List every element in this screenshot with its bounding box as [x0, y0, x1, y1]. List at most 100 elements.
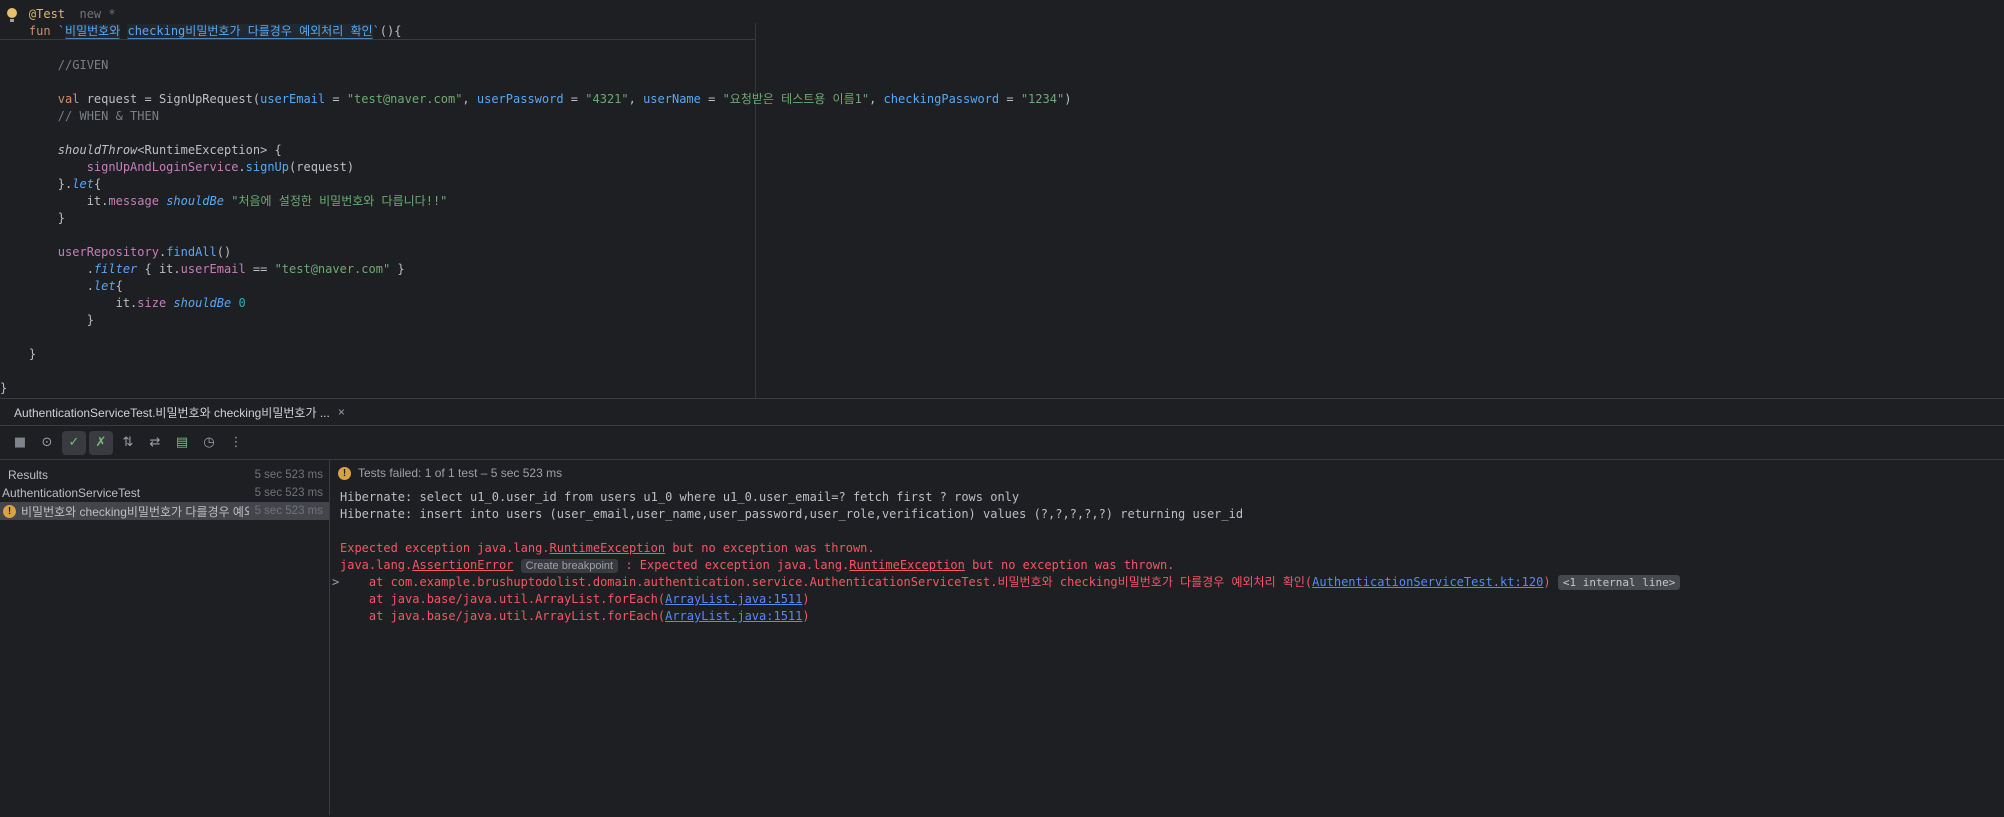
code-line[interactable]: userRepository.findAll(): [0, 244, 2004, 261]
code-line[interactable]: .let{: [0, 278, 2004, 295]
intention-bulb-icon[interactable]: [7, 8, 17, 22]
code-line[interactable]: signUpAndLoginService.signUp(request): [0, 159, 2004, 176]
code-line[interactable]: .filter { it.userEmail == "test@naver.co…: [0, 261, 2004, 278]
code-token: 0: [238, 296, 246, 310]
code-token: at com.example.brushuptodolist.domain.au…: [340, 575, 1313, 589]
code-token: userEmail: [180, 262, 246, 276]
run-tab[interactable]: AuthenticationServiceTest.비밀번호와 checking…: [10, 399, 349, 425]
show-passed-icon[interactable]: ✓: [62, 430, 86, 455]
run-toolbar: ■ ⊙ ✓ ✗ ⇅ ⇄ ▤ ◷ ⋮: [0, 426, 2004, 460]
code-line[interactable]: it.size shouldBe 0: [0, 295, 2004, 312]
sort-alphabetically-icon[interactable]: ⇅: [116, 431, 140, 455]
test-console[interactable]: ! Tests failed: 1 of 1 test – 5 sec 523 …: [330, 460, 2004, 815]
test-tree-row[interactable]: AuthenticationServiceTest 5 sec 523 ms: [0, 484, 329, 502]
code-line[interactable]: }: [0, 346, 2004, 363]
code-token: "요청받은 테스트용 이름1": [722, 92, 870, 106]
code-token: "처음에 설정한 비밀번호와 다릅니다!!": [231, 194, 448, 208]
console-line: at java.base/java.util.ArrayList.forEach…: [340, 608, 2004, 625]
test-duration: 5 sec 523 ms: [254, 487, 323, 499]
console-lines: Hibernate: select u1_0.user_id from user…: [330, 486, 2004, 625]
code-line[interactable]: fun `비밀번호와 checking비밀번호가 다를경우 예외처리 확인`()…: [0, 23, 2004, 40]
test-tree-row[interactable]: ! 비밀번호와 checking비밀번호가 다를경우 예외처리 확인 5 sec 5…: [0, 502, 329, 520]
code-token: findAll: [166, 245, 217, 259]
tests-failed-summary: Tests failed: 1 of 1 test – 5 sec 523 ms: [358, 466, 563, 480]
code-token: new *: [79, 7, 116, 21]
file-line-link[interactable]: ArrayList.java:1511: [665, 592, 802, 606]
rerun-failed-tests-icon[interactable]: ⇄: [143, 431, 167, 455]
create-breakpoint-chip[interactable]: Create breakpoint: [520, 559, 619, 573]
console-line: Hibernate: select u1_0.user_id from user…: [340, 489, 2004, 506]
code-line[interactable]: [0, 329, 2004, 346]
code-token: ): [1543, 575, 1551, 589]
code-token: userEmail: [260, 92, 326, 106]
code-token: @Test: [28, 7, 66, 21]
code-token: }: [390, 262, 405, 276]
test-tree-label: AuthenticationServiceTest: [2, 486, 141, 500]
more-options-icon[interactable]: ⋮: [224, 431, 248, 455]
test-tree-row[interactable]: Results 5 sec 523 ms: [0, 466, 329, 484]
code-line[interactable]: }: [0, 210, 2004, 227]
code-token: .: [0, 262, 94, 276]
code-token: but no exception was thrown.: [964, 558, 1175, 572]
code-line[interactable]: }: [0, 380, 2004, 397]
internal-lines-chip[interactable]: <1 internal line>: [1557, 575, 1681, 590]
code-line[interactable]: shouldThrow<RuntimeException> {: [0, 142, 2004, 159]
code-line[interactable]: //GIVEN: [0, 57, 2004, 74]
code-line[interactable]: [0, 74, 2004, 91]
code-token: }.: [0, 177, 73, 191]
code-line[interactable]: [0, 125, 2004, 142]
code-editor[interactable]: @Test new * fun `비밀번호와 checking비밀번호가 다를경…: [0, 0, 2004, 399]
code-token: }: [0, 381, 8, 395]
code-line[interactable]: @Test new *: [0, 6, 2004, 23]
code-token: =: [700, 92, 723, 106]
code-token: shouldBe: [166, 194, 224, 208]
console-line: java.lang.AssertionError Create breakpoi…: [340, 557, 2004, 574]
code-token: }: [0, 211, 66, 225]
code-token: }: [0, 347, 37, 361]
code-token: `: [372, 24, 380, 38]
code-token: ): [1064, 92, 1072, 106]
file-line-link[interactable]: AuthenticationServiceTest.kt:120: [1312, 575, 1543, 589]
code-token: shouldThrow: [57, 143, 138, 157]
code-line[interactable]: [0, 227, 2004, 244]
code-token: "4321": [585, 92, 629, 106]
file-line-link[interactable]: ArrayList.java:1511: [665, 609, 802, 623]
code-line[interactable]: it.message shouldBe "처음에 설정한 비밀번호와 다릅니다!…: [0, 193, 2004, 210]
code-token: <RuntimeException> {: [137, 143, 282, 157]
code-token: Hibernate: insert into users (user_email…: [340, 507, 1244, 521]
test-tree[interactable]: Results 5 sec 523 ms AuthenticationService…: [0, 460, 330, 815]
runtime-exception-link[interactable]: RuntimeException: [849, 558, 965, 572]
code-token: val: [57, 92, 80, 106]
code-line[interactable]: // WHEN & THEN: [0, 108, 2004, 125]
code-line[interactable]: }.let{: [0, 176, 2004, 193]
code-line[interactable]: [0, 363, 2004, 380]
code-token: signUp: [245, 160, 290, 174]
show-failed-icon[interactable]: ✗: [89, 430, 113, 455]
test-error-icon: !: [3, 504, 16, 518]
show-ignored-icon[interactable]: ⊙: [35, 431, 59, 455]
export-test-results-icon[interactable]: ▤: [170, 431, 194, 455]
runtime-exception-link[interactable]: RuntimeException: [550, 541, 666, 555]
stop-icon[interactable]: ■: [8, 431, 32, 455]
test-history-icon[interactable]: ◷: [197, 431, 221, 455]
code-token: ==: [245, 262, 275, 276]
code-token: checking비밀번호가 다를경우 예외처리 확인: [127, 24, 373, 39]
code-line[interactable]: }: [0, 312, 2004, 329]
code-line[interactable]: val request = SignUpRequest(userEmail = …: [0, 91, 2004, 108]
test-duration: 5 sec 523 ms: [254, 505, 323, 517]
code-token: ): [802, 609, 810, 623]
test-duration: 5 sec 523 ms: [254, 469, 323, 481]
code-token: ,: [869, 92, 884, 106]
stacktrace-fold-icon[interactable]: >: [332, 574, 339, 591]
code-token: .: [0, 279, 94, 293]
console-status: ! Tests failed: 1 of 1 test – 5 sec 523 …: [330, 460, 2004, 486]
code-line[interactable]: [0, 40, 2004, 57]
tab-close-icon[interactable]: ×: [338, 405, 345, 419]
assertion-error-link[interactable]: AssertionError: [412, 558, 513, 572]
tests-failed-icon: !: [338, 466, 351, 480]
run-tab-bar: AuthenticationServiceTest.비밀번호와 checking…: [0, 399, 2004, 426]
